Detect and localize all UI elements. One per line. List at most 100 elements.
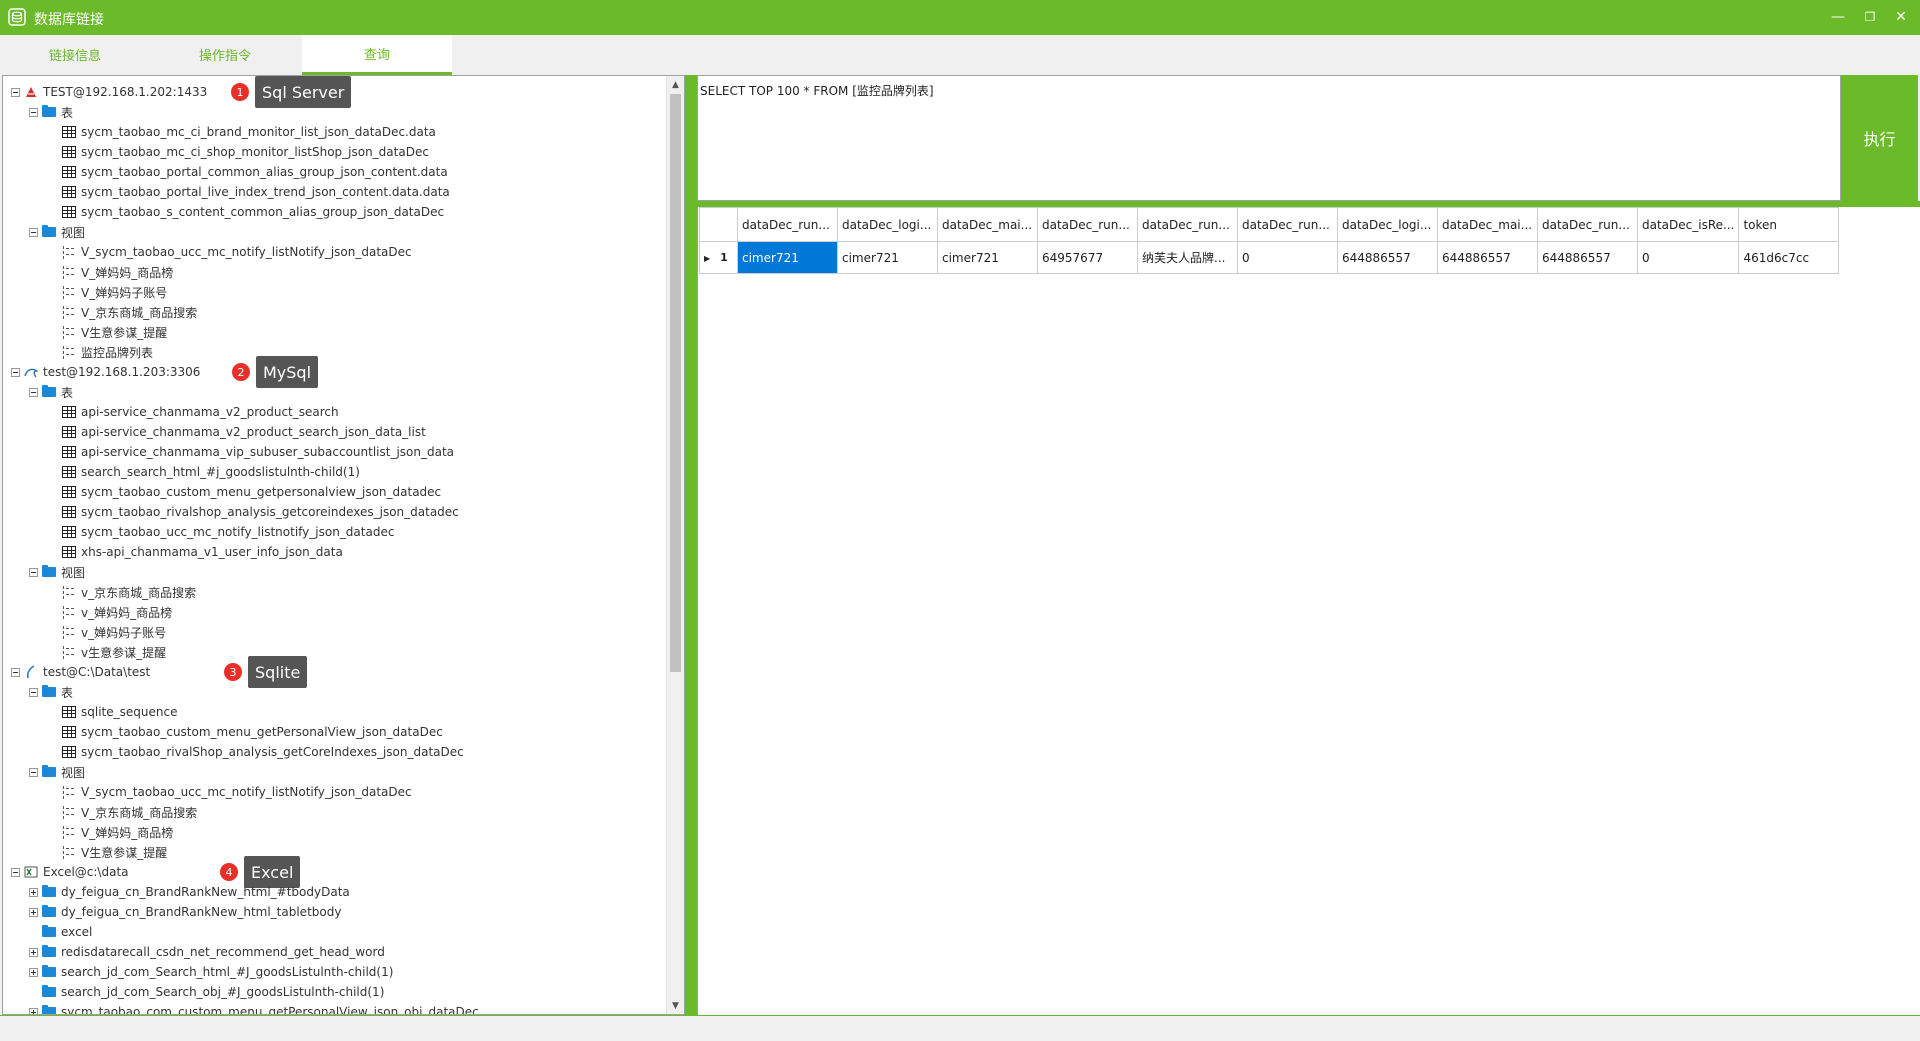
tree-view-item[interactable]: V_sycm_taobao_ucc_mc_notify_listNotify_j… [49, 243, 412, 261]
execute-button[interactable]: 执行 [1841, 75, 1918, 201]
expand-icon[interactable] [29, 967, 38, 977]
tree-sheet-folder[interactable]: excel [29, 923, 92, 941]
tree-folder-views[interactable]: 视图 [29, 223, 85, 241]
tree-view-item[interactable]: V_婵妈妈_商品榜 [49, 263, 173, 281]
grid-cell[interactable]: 644886557 [1537, 241, 1638, 274]
vertical-splitter[interactable] [685, 75, 697, 1015]
column-header[interactable]: token [1738, 207, 1840, 242]
tree-connection[interactable]: Excel@c:\data [11, 863, 129, 881]
grid-cell[interactable]: cimer721 [837, 241, 938, 274]
tree-table-item[interactable]: xhs-api_chanmama_v1_user_info_json_data [49, 543, 343, 561]
grid-cell[interactable]: 644886557 [1437, 241, 1538, 274]
tree-table-item[interactable]: sycm_taobao_mc_ci_brand_monitor_list_jso… [49, 123, 436, 141]
tree-table-item[interactable]: search_search_html_#j_goodslistulnth-chi… [49, 463, 360, 481]
collapse-icon[interactable] [29, 567, 38, 577]
tree-table-item[interactable]: sycm_taobao_rivalShop_analysis_getCoreIn… [49, 743, 464, 761]
tree-table-item[interactable]: api-service_chanmama_v2_product_search [49, 403, 339, 421]
tree-table-item[interactable]: sycm_taobao_portal_common_alias_group_js… [49, 163, 448, 181]
grid-cell[interactable]: 461d6c7cc [1738, 241, 1840, 274]
restore-button[interactable]: ❐ [1857, 5, 1883, 29]
column-header[interactable]: dataDec_run... [1237, 207, 1338, 242]
grid-cell[interactable]: 0 [1237, 241, 1338, 274]
tree-sheet-folder[interactable]: sycm_taobao_com_custom_menu_getPersonalV… [29, 1003, 479, 1014]
column-header[interactable]: dataDec_logi... [1337, 207, 1438, 242]
column-header[interactable]: dataDec_mai... [1437, 207, 1538, 242]
tree-connection[interactable]: TEST@192.168.1.202:1433 [11, 83, 207, 101]
tree-folder-views[interactable]: 视图 [29, 563, 85, 581]
column-header[interactable]: dataDec_logi... [837, 207, 938, 242]
grid-cell[interactable]: 0 [1636, 241, 1740, 274]
tree-sheet-folder[interactable]: redisdatarecall_csdn_net_recommend_get_h… [29, 943, 385, 961]
collapse-icon[interactable] [29, 227, 38, 237]
tree-table-item[interactable]: sycm_taobao_custom_menu_getpersonalview_… [49, 483, 441, 501]
tree-table-item[interactable]: sycm_taobao_mc_ci_shop_monitor_listShop_… [49, 143, 429, 161]
collapse-icon[interactable] [29, 387, 38, 397]
tree-connection[interactable]: test@192.168.1.203:3306 [11, 363, 200, 381]
scroll-up-icon[interactable]: ▲ [667, 76, 684, 93]
column-header[interactable]: dataDec_run... [1037, 207, 1138, 242]
collapse-icon[interactable] [29, 107, 38, 117]
tree-view-item[interactable]: V_sycm_taobao_ucc_mc_notify_listNotify_j… [49, 783, 412, 801]
collapse-icon[interactable] [29, 687, 38, 697]
column-header[interactable]: dataDec_run... [1137, 207, 1238, 242]
tree-table-item[interactable]: sycm_taobao_s_content_common_alias_group… [49, 203, 444, 221]
tree-view-item[interactable]: V_婵妈妈子账号 [49, 283, 167, 301]
tab-query[interactable]: 查询 [302, 35, 452, 75]
scroll-down-icon[interactable]: ▼ [667, 997, 684, 1014]
tree-scrollbar[interactable]: ▲ ▼ [666, 76, 684, 1014]
tree-table-item[interactable]: sycm_taobao_ucc_mc_notify_listnotify_jso… [49, 523, 394, 541]
tree-view-item[interactable]: 监控品牌列表 [49, 343, 153, 361]
tree-table-item[interactable]: sycm_taobao_rivalshop_analysis_getcorein… [49, 503, 459, 521]
tree-connection[interactable]: test@C:\Data\test [11, 663, 150, 681]
column-header[interactable]: dataDec_mai... [937, 207, 1038, 242]
grid-cell[interactable]: cimer721 [937, 241, 1038, 274]
minimize-button[interactable]: — [1825, 5, 1851, 29]
close-button[interactable]: ✕ [1888, 5, 1914, 29]
grid-cell[interactable]: 64957677 [1037, 241, 1138, 274]
table-row[interactable]: ▶ 1 cimer721 cimer721 cimer721 64957677 纳芙夫人品牌… [699, 241, 1840, 274]
tree-view-item[interactable]: V生意参谋_提醒 [49, 323, 167, 341]
tree-sheet-folder[interactable]: search_jd_com_Search_obj_#J_goodsListuln… [29, 983, 384, 1001]
column-header[interactable]: dataDec_run... [737, 207, 838, 242]
expand-icon[interactable] [29, 947, 38, 957]
tab-connection-info[interactable]: 链接信息 [0, 35, 150, 73]
collapse-icon[interactable] [11, 667, 20, 677]
tree-table-item[interactable]: api-service_chanmama_v2_product_search_j… [49, 423, 426, 441]
tree-sheet-folder[interactable]: dy_feigua_cn_BrandRankNew_html_tabletbod… [29, 903, 341, 921]
tree-view-item[interactable]: V_京东商城_商品搜索 [49, 803, 197, 821]
tree-table-item[interactable]: sycm_taobao_custom_menu_getPersonalView_… [49, 723, 443, 741]
tree-table-item[interactable]: sqlite_sequence [49, 703, 177, 721]
tree-table-item[interactable]: api-service_chanmama_vip_subuser_subacco… [49, 443, 454, 461]
tree-sheet-folder[interactable]: search_jd_com_Search_html_#J_goodsListul… [29, 963, 393, 981]
tree-view-item[interactable]: V_婵妈妈_商品榜 [49, 823, 173, 841]
tree-view-item[interactable]: v_婵妈妈_商品榜 [49, 603, 172, 621]
tree-view-item[interactable]: V_京东商城_商品搜索 [49, 303, 197, 321]
tree-view-item[interactable]: V生意参谋_提醒 [49, 843, 167, 861]
tab-commands[interactable]: 操作指令 [150, 35, 300, 73]
expand-icon[interactable] [29, 887, 38, 897]
scrollbar-thumb[interactable] [670, 94, 681, 672]
column-header[interactable]: dataDec_isRe... [1636, 207, 1740, 242]
grid-cell[interactable]: cimer721 [737, 241, 838, 274]
collapse-icon[interactable] [11, 367, 20, 377]
row-header[interactable]: ▶ 1 [699, 241, 738, 274]
sql-editor[interactable]: SELECT TOP 100 * FROM [监控品牌列表] [697, 75, 1841, 201]
tree-table-item[interactable]: sycm_taobao_portal_live_index_trend_json… [49, 183, 450, 201]
expand-icon[interactable] [29, 907, 38, 917]
tree-folder-views[interactable]: 视图 [29, 763, 85, 781]
tree-folder-tables[interactable]: 表 [29, 683, 73, 701]
tree-view-item[interactable]: v生意参谋_提醒 [49, 643, 166, 661]
tree-view-item[interactable]: v_婵妈妈子账号 [49, 623, 166, 641]
grid-cell[interactable]: 纳芙夫人品牌... [1137, 241, 1238, 274]
expand-icon[interactable] [29, 1007, 38, 1014]
tree-view-item[interactable]: v_京东商城_商品搜索 [49, 583, 196, 601]
tree-folder-tables[interactable]: 表 [29, 383, 73, 401]
column-header[interactable]: dataDec_run... [1537, 207, 1638, 242]
grid-cell[interactable]: 644886557 [1337, 241, 1438, 274]
tree-folder-tables[interactable]: 表 [29, 103, 73, 121]
collapse-icon[interactable] [11, 867, 20, 877]
collapse-icon[interactable] [29, 767, 38, 777]
connection-tree[interactable]: TEST@192.168.1.202:1433 1 Sql Server 表 sycm_… [3, 76, 666, 1014]
result-grid[interactable]: dataDec_run... dataDec_logi... dataDec_mai… [699, 207, 1840, 274]
tree-sheet-folder[interactable]: dy_feigua_cn_BrandRankNew_html_#tbodyDat… [29, 883, 350, 901]
